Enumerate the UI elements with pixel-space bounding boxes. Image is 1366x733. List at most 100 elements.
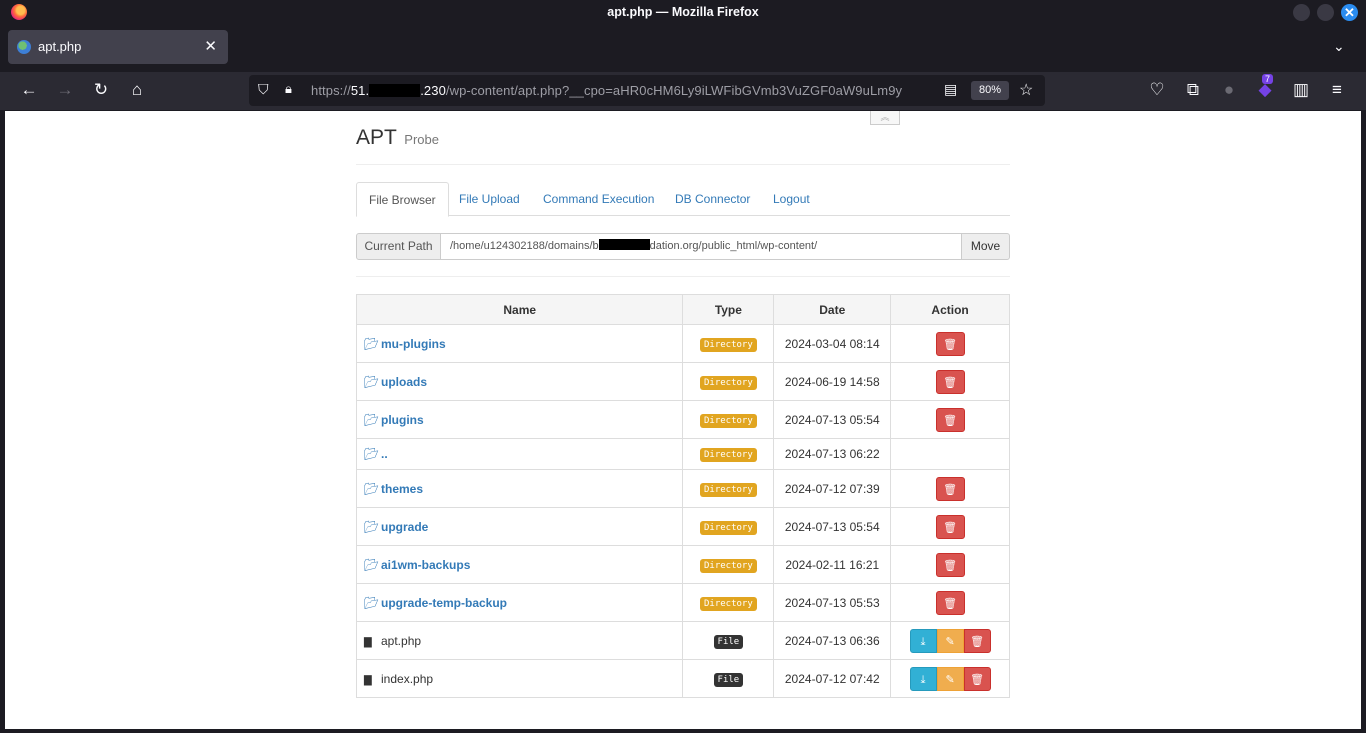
table-row: ▇ index.php File 2024-07-12 07:42 ⤓ ✎ 🗑︎	[355, 659, 1010, 698]
type-badge: File	[713, 672, 744, 687]
page-viewport: ︽ APT Probe File Browser File Upload Com…	[5, 111, 1361, 729]
tab-command-execution[interactable]: Command Execution	[531, 182, 666, 216]
reader-view-icon[interactable]: ▤	[944, 81, 957, 98]
delete-trash-button[interactable]: 🗑︎	[935, 590, 965, 615]
file-table: Name Type Date Action 📂︎ mu-plugins Direc…	[355, 294, 1010, 698]
table-row: 📂︎ uploads Directory 2024-06-19 14:58 🗑︎	[355, 362, 1010, 401]
extensions-puzzle-icon[interactable]: ⧉	[1182, 80, 1204, 100]
navigation-toolbar: ← → ↻ ⌂ ⛉ 🔒︎ https://51. .230/wp-content/…	[0, 72, 1366, 110]
folder-open-icon: 📂︎	[364, 557, 380, 572]
maximize-button[interactable]	[1317, 4, 1334, 21]
column-header-type: Type	[682, 294, 775, 325]
bookmark-star-icon[interactable]: ☆	[1019, 80, 1033, 100]
directory-link[interactable]: plugins	[381, 413, 424, 427]
directory-link[interactable]: themes	[381, 482, 423, 496]
tab-logout[interactable]: Logout	[761, 182, 822, 216]
folder-open-icon: 📂︎	[364, 447, 380, 461]
forward-arrow-icon[interactable]: →	[54, 80, 76, 100]
url-host-start: 51.	[350, 83, 370, 98]
tab-file-browser[interactable]: File Browser	[356, 182, 449, 217]
directory-link[interactable]: uploads	[381, 375, 427, 389]
redacted-block	[598, 239, 650, 250]
date-cell: 2024-07-12 07:42	[773, 659, 892, 698]
app-menu-hamburger-icon[interactable]: ≡	[1326, 80, 1348, 100]
minimize-button[interactable]	[1293, 4, 1310, 21]
delete-trash-button[interactable]: 🗑︎	[935, 514, 965, 539]
extension-badge: 7	[1262, 74, 1274, 84]
sidebar-icon[interactable]: ▥	[1290, 80, 1312, 100]
tab-db-connector[interactable]: DB Connector	[663, 182, 762, 216]
url-text[interactable]: https://51. .230/wp-content/apt.php?__cpo…	[311, 83, 936, 98]
reload-icon[interactable]: ↻	[90, 80, 112, 100]
path-value-start: /home/u124302188/domains/b	[450, 240, 599, 252]
back-arrow-icon[interactable]: ←	[18, 80, 40, 100]
tracking-shield-icon[interactable]: ⛉	[258, 81, 269, 98]
date-cell: 2024-07-13 05:53	[773, 583, 892, 622]
current-path-label: Current Path	[356, 233, 441, 260]
edit-wrench-button[interactable]: ✎	[936, 628, 964, 653]
extension-icon[interactable]: ●	[1218, 80, 1240, 100]
column-header-action: Action	[890, 294, 1010, 325]
folder-open-icon: 📂︎	[364, 519, 380, 534]
zoom-level-button[interactable]: 80%	[971, 81, 1009, 100]
delete-trash-button[interactable]: 🗑︎	[935, 331, 965, 356]
date-cell: 2024-07-13 05:54	[773, 400, 892, 439]
close-window-button[interactable]: ✕	[1341, 4, 1358, 21]
pocket-icon[interactable]: ♡	[1146, 80, 1168, 100]
type-badge: File	[713, 634, 744, 649]
lock-icon[interactable]: 🔒︎	[285, 81, 292, 97]
redacted-block	[369, 84, 421, 97]
table-row: 📂︎ mu-plugins Directory 2024-03-04 08:14 …	[355, 324, 1010, 363]
table-row: 📂︎ upgrade Directory 2024-07-13 05:54 🗑︎	[355, 507, 1010, 546]
delete-trash-button[interactable]: 🗑︎	[935, 369, 965, 394]
delete-trash-button[interactable]: 🗑︎	[935, 476, 965, 501]
download-button[interactable]: ⤓	[909, 628, 937, 653]
tab-strip: apt.php ✕ ⌄	[0, 25, 1366, 72]
parent-directory-link[interactable]: ..	[381, 447, 388, 461]
file-name: apt.php	[381, 633, 422, 648]
current-path-input[interactable]: /home/u124302188/domains/b dation.org/pub…	[440, 233, 962, 260]
type-badge: Directory	[699, 413, 757, 428]
page-container: APT Probe File Browser File Upload Comma…	[355, 111, 1010, 698]
url-scheme: https://	[311, 83, 351, 98]
page-subtitle: Probe	[404, 132, 439, 147]
column-header-name: Name	[355, 294, 684, 325]
type-badge: Directory	[699, 337, 757, 352]
folder-open-icon: 📂︎	[364, 374, 380, 389]
table-row: 📂︎ plugins Directory 2024-07-13 05:54 🗑︎	[355, 400, 1010, 439]
delete-trash-button[interactable]: 🗑︎	[935, 552, 965, 577]
delete-trash-button[interactable]: 🗑︎	[935, 407, 965, 432]
download-button[interactable]: ⤓	[909, 666, 937, 691]
directory-link[interactable]: upgrade-temp-backup	[381, 596, 507, 610]
table-row: 📂︎ ai1wm-backups Directory 2024-02-11 16:…	[355, 545, 1010, 584]
file-action-group: ⤓ ✎ 🗑︎	[909, 666, 991, 691]
move-button[interactable]: Move	[961, 233, 1010, 260]
edit-wrench-button[interactable]: ✎	[936, 666, 964, 691]
browser-tab[interactable]: apt.php ✕	[8, 30, 228, 64]
current-path-group: Current Path /home/u124302188/domains/b d…	[356, 233, 1010, 260]
window-titlebar: apt.php — Mozilla Firefox ✕	[0, 0, 1366, 25]
directory-link[interactable]: mu-plugins	[381, 337, 446, 351]
directory-link[interactable]: ai1wm-backups	[381, 558, 470, 572]
directory-link[interactable]: upgrade	[381, 520, 428, 534]
tab-title: apt.php	[38, 39, 82, 54]
table-row: 📂︎ upgrade-temp-backup Directory 2024-07-…	[355, 583, 1010, 622]
list-all-tabs-chevron-icon[interactable]: ⌄	[1333, 38, 1345, 55]
type-badge: Directory	[699, 448, 757, 462]
table-row: 📂︎ themes Directory 2024-07-12 07:39 🗑︎	[355, 469, 1010, 508]
file-action-group: ⤓ ✎ 🗑︎	[909, 628, 991, 653]
home-icon[interactable]: ⌂	[126, 80, 148, 100]
date-cell: 2024-07-13 06:22	[773, 438, 892, 470]
url-bar[interactable]: ⛉ 🔒︎ https://51. .230/wp-content/apt.php?…	[249, 75, 1045, 106]
date-cell: 2024-07-13 06:36	[773, 621, 892, 660]
url-host-end: .230	[420, 83, 446, 98]
folder-open-icon: 📂︎	[364, 336, 380, 351]
file-icon: ▇	[364, 636, 372, 648]
empty-action-cell	[890, 438, 1010, 470]
file-name: index.php	[381, 671, 434, 686]
tab-file-upload[interactable]: File Upload	[447, 182, 532, 216]
date-cell: 2024-06-19 14:58	[773, 362, 892, 401]
delete-trash-button[interactable]: 🗑︎	[963, 666, 991, 691]
close-tab-icon[interactable]: ✕	[204, 37, 217, 55]
delete-trash-button[interactable]: 🗑︎	[963, 628, 991, 653]
